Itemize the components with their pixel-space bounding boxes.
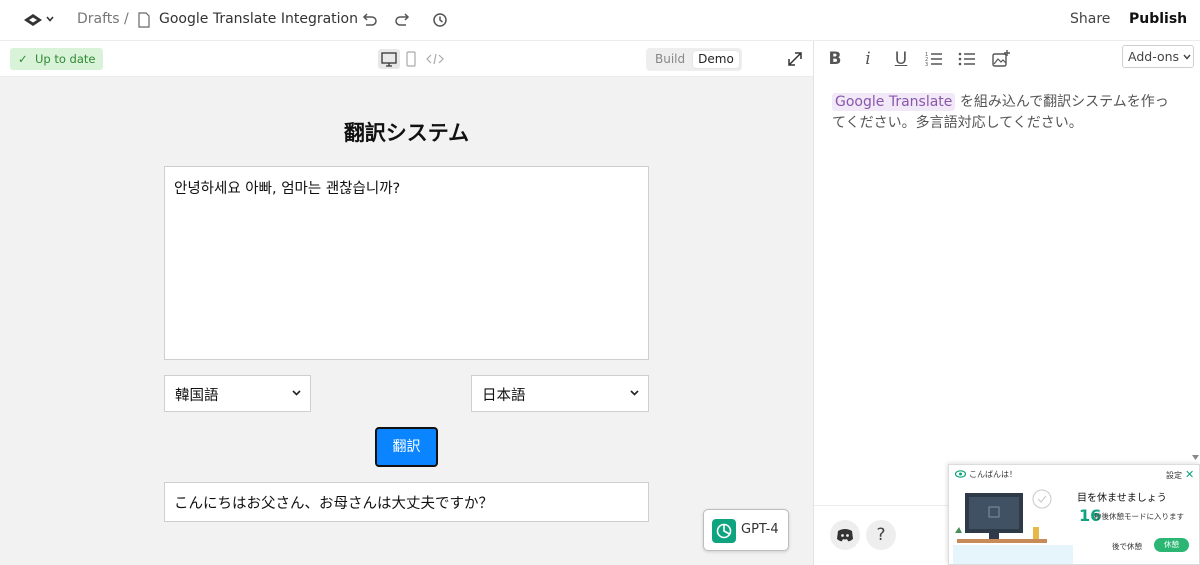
preview-pane: ✓ Up to date Build Demo 翻訳システム 안녕하세요 아빠,… <box>0 41 813 565</box>
addons-label: Add-ons <box>1128 49 1180 64</box>
translate-button[interactable]: 翻訳 <box>375 427 438 467</box>
status-badge-label: Up to date <box>34 52 96 66</box>
demo-tab[interactable]: Demo <box>693 51 739 68</box>
countdown-text: 秒後休憩モードに入ります <box>1094 512 1184 521</box>
chevron-down-icon <box>292 390 301 396</box>
target-language-value: 日本語 <box>482 388 526 404</box>
build-demo-toggle: Build Demo <box>646 48 742 71</box>
target-language-select[interactable]: 日本語 <box>471 375 649 412</box>
source-textarea[interactable]: 안녕하세요 아빠, 엄마는 괜찮습니까? <box>164 166 649 360</box>
status-badge: ✓ Up to date <box>10 48 104 70</box>
document-title[interactable]: Google Translate Integration <box>159 11 358 27</box>
popup-settings-link[interactable]: 設定 <box>1166 470 1182 481</box>
breadcrumb-drafts[interactable]: Drafts <box>77 11 120 27</box>
rest-later-button[interactable]: 後で休憩 <box>1112 541 1142 552</box>
history-icon[interactable] <box>430 10 450 30</box>
openai-logo-icon <box>712 519 736 543</box>
popup-title: 目を休ませましょう <box>1077 493 1167 504</box>
chevron-down-icon <box>630 390 639 396</box>
redo-icon[interactable] <box>393 10 413 30</box>
document-icon <box>138 12 150 28</box>
chevron-down-icon <box>1183 54 1191 60</box>
gpt-model-button[interactable]: GPT-4 <box>703 509 789 551</box>
source-language-value: 韓国語 <box>175 388 219 404</box>
italic-icon[interactable]: i <box>858 49 878 69</box>
app-logo-icon[interactable] <box>22 12 44 28</box>
integration-tag[interactable]: Google Translate <box>832 93 956 111</box>
rest-now-button[interactable]: 休憩 <box>1154 538 1189 552</box>
prompt-text[interactable]: Google Translate を組み込んで翻訳システムを作ってください。多言… <box>832 92 1177 134</box>
source-language-select[interactable]: 韓国語 <box>164 375 311 412</box>
svg-text:3: 3 <box>925 62 928 68</box>
code-view-icon[interactable] <box>426 52 444 66</box>
result-output: こんにちはお父さん、お母さんは大丈夫ですか？ <box>164 482 649 522</box>
editor-toolbar: B i U 123 Add-ons <box>814 41 1200 77</box>
gpt-model-label: GPT-4 <box>741 522 779 537</box>
desk-illustration-icon <box>953 489 1073 564</box>
build-tab[interactable]: Build <box>655 51 685 68</box>
bullet-list-icon[interactable] <box>957 49 977 69</box>
app-title: 翻訳システム <box>343 121 470 145</box>
publish-button[interactable]: Publish <box>1129 11 1187 27</box>
check-icon: ✓ <box>18 52 35 66</box>
undo-icon[interactable] <box>359 10 379 30</box>
popup-greeting: こんばんは！ <box>969 470 1017 479</box>
help-icon[interactable]: ? <box>866 520 896 550</box>
breadcrumb-separator: / <box>124 11 129 27</box>
close-icon[interactable]: ✕ <box>1185 468 1194 481</box>
share-button[interactable]: Share <box>1070 11 1110 27</box>
discord-icon[interactable] <box>830 520 860 550</box>
chevron-down-icon[interactable] <box>46 16 54 22</box>
rest-reminder-popup: こんばんは！ 設定 ✕ 目を休ませましょう 16 秒後休憩モードに入ります 後で… <box>948 464 1200 565</box>
top-bar: Drafts / Google Translate Integration Sh… <box>0 0 1200 41</box>
preview-toolbar: ✓ Up to date Build Demo <box>0 41 813 77</box>
mobile-view-icon[interactable] <box>405 51 417 68</box>
desktop-view-icon[interactable] <box>378 49 400 69</box>
bold-icon[interactable]: B <box>825 49 845 69</box>
scroll-down-arrow[interactable] <box>1192 455 1199 461</box>
ordered-list-icon[interactable]: 123 <box>924 49 944 69</box>
addons-dropdown[interactable]: Add-ons <box>1122 45 1194 68</box>
expand-icon[interactable] <box>786 50 804 68</box>
add-image-icon[interactable] <box>991 49 1011 69</box>
underline-icon[interactable]: U <box>891 49 911 69</box>
eye-icon <box>955 470 966 478</box>
